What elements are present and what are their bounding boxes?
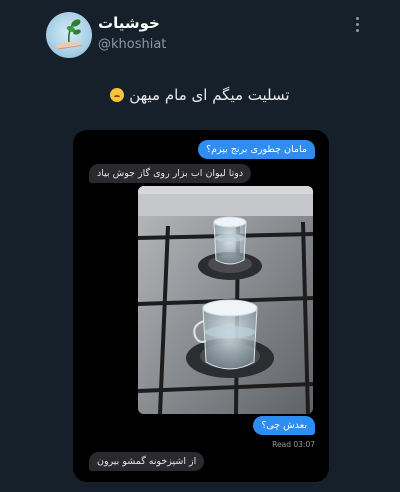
crying-face-icon — [110, 88, 125, 102]
tweet-media-screenshot[interactable]: مامان چطوری برنج بپزم؟ دوتا لیوان اب بزا… — [73, 130, 329, 482]
stove-glasses-photo — [138, 186, 313, 414]
chat-message-sent: بعدش چی؟ — [253, 416, 315, 435]
dot-icon — [356, 23, 359, 26]
avatar[interactable] — [46, 12, 92, 58]
dot-icon — [356, 17, 359, 20]
user-handle[interactable]: @khoshiat — [98, 37, 166, 52]
tweet-header: خوشیات @khoshiat — [0, 0, 400, 70]
chat-message-received: دوتا لیوان اب بزار روی گاز جوش بیاد — [89, 164, 252, 183]
read-receipt: Read 03:07 — [272, 440, 315, 449]
tweet-text-content: تسلیت میگم ای مام میهن — [129, 86, 290, 104]
chat-message-sent: مامان چطوری برنج بپزم؟ — [198, 140, 315, 159]
tweet-text: تسلیت میگم ای مام میهن — [0, 86, 400, 104]
dot-icon — [356, 29, 359, 32]
avatar-plant-icon — [56, 19, 83, 50]
display-name[interactable]: خوشیات — [98, 14, 160, 32]
more-options-button[interactable] — [350, 14, 366, 36]
chat-message-received: از اشپزخونه گمشو بیرون — [89, 452, 205, 471]
